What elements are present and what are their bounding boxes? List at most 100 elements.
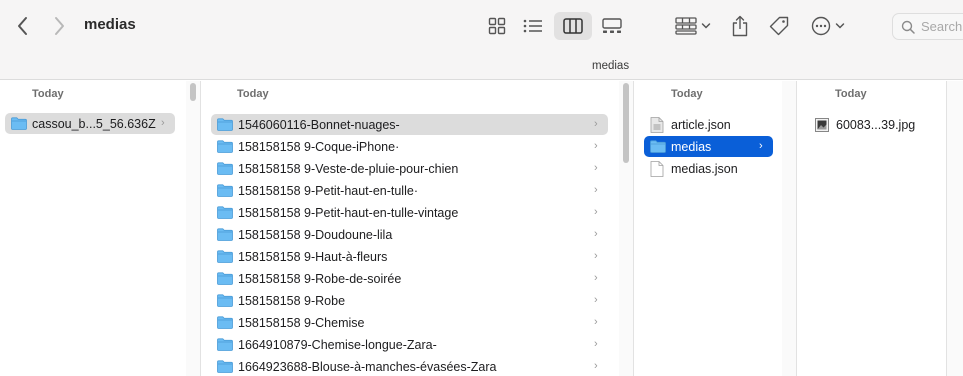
list-item[interactable]: 158158158 9-Petit-haut-en-tulle-vintage › (211, 202, 608, 223)
folder-icon (217, 250, 233, 263)
item-label: medias (671, 139, 712, 154)
chevron-down-icon (701, 23, 711, 29)
folder-icon (217, 162, 233, 175)
search-input[interactable] (921, 19, 963, 34)
gallery-icon (602, 18, 622, 33)
item-label: 158158158 9-Petit-haut-en-tulle· (238, 183, 418, 198)
gallery-view-button[interactable] (598, 12, 626, 40)
chevron-right-icon: › (594, 228, 598, 240)
item-label: cassou_b...5_56.636Z (32, 116, 156, 131)
folder-icon (217, 272, 233, 285)
chevron-right-icon: › (594, 162, 598, 174)
list-item[interactable]: 158158158 9-Robe-de-soirée › (211, 268, 608, 289)
item-label: 158158158 9-Doudoune-lila (238, 227, 393, 242)
grid-icon (488, 17, 506, 35)
folder-icon (217, 294, 233, 307)
item-label: 158158158 9-Chemise (238, 315, 365, 330)
list-item[interactable]: 158158158 9-Veste-de-pluie-pour-chien › (211, 158, 608, 179)
more-actions-button[interactable] (806, 12, 850, 40)
image-file-icon (815, 117, 831, 132)
chevron-left-icon (18, 17, 27, 35)
chevron-down-icon (835, 23, 845, 29)
folder-icon (217, 338, 233, 351)
column-gutter (782, 81, 796, 376)
tag-button[interactable] (766, 12, 792, 40)
list-item[interactable]: article.json (644, 114, 773, 135)
columns-icon (563, 18, 583, 34)
folder-icon (650, 140, 666, 153)
list-item[interactable]: 158158158 9-Petit-haut-en-tulle· › (211, 180, 608, 201)
chevron-right-icon: › (594, 360, 598, 372)
chevron-right-icon: › (594, 250, 598, 262)
folder-icon (217, 118, 233, 131)
list-item[interactable]: 158158158 9-Robe › (211, 290, 608, 311)
window-title: medias (84, 16, 136, 33)
chevron-right-icon: › (594, 272, 598, 284)
item-label: article.json (671, 117, 731, 132)
list-item[interactable]: medias › (644, 136, 773, 157)
column-view-button[interactable] (554, 12, 592, 40)
list-item[interactable]: 158158158 9-Chemise › (211, 312, 608, 333)
chevron-right-icon: › (594, 316, 598, 328)
list-item[interactable]: medias.json (644, 158, 773, 179)
column-header: Today (671, 88, 703, 100)
chevron-right-icon: › (594, 294, 598, 306)
ellipsis-circle-icon (811, 16, 831, 36)
json-file-icon (650, 116, 666, 133)
folder-icon (217, 228, 233, 241)
path-bar-label: medias (592, 60, 630, 72)
folder-icon (217, 140, 233, 153)
search-field[interactable] (892, 13, 963, 40)
list-item[interactable]: 158158158 9-Doudoune-lila › (211, 224, 608, 245)
column-header: Today (32, 88, 64, 100)
chevron-right-icon: › (594, 206, 598, 218)
chevron-right-icon: › (594, 338, 598, 350)
item-label: 1664910879-Chemise-longue-Zara- (238, 337, 437, 352)
list-item[interactable]: 1664923688-Blouse-à-manches-évasées-Zara… (211, 356, 608, 376)
scrollbar-thumb[interactable] (623, 83, 629, 163)
list-icon (523, 19, 542, 33)
list-item[interactable]: 158158158 9-Haut-à-fleurs › (211, 246, 608, 267)
list-item[interactable]: 1664910879-Chemise-longue-Zara- › (211, 334, 608, 355)
list-item[interactable]: 60083...39.jpg (807, 114, 937, 135)
share-icon (732, 15, 748, 37)
folder-icon (217, 316, 233, 329)
column-1: Today cassou_b...5_56.636Z › (0, 81, 186, 376)
search-icon (901, 20, 915, 34)
folder-icon (217, 206, 233, 219)
list-view-button[interactable] (520, 12, 546, 40)
list-item[interactable]: cassou_b...5_56.636Z › (5, 113, 175, 134)
chevron-right-icon: › (594, 140, 598, 152)
chevron-right-icon: › (594, 184, 598, 196)
item-label: 158158158 9-Petit-haut-en-tulle-vintage (238, 205, 459, 220)
item-label: 158158158 9-Veste-de-pluie-pour-chien (238, 161, 459, 176)
column-header: Today (835, 88, 867, 100)
item-label: 158158158 9-Coque-iPhone· (238, 139, 400, 154)
column-gutter (186, 81, 200, 376)
chevron-right-icon (55, 17, 64, 35)
scrollbar-thumb[interactable] (190, 83, 196, 101)
toolbar: medias (0, 0, 963, 52)
chevron-right-icon: › (759, 140, 763, 152)
path-bar: medias (0, 52, 963, 80)
item-label: 1664923688-Blouse-à-manches-évasées-Zara (238, 359, 497, 374)
chevron-right-icon: › (594, 118, 598, 130)
chevron-right-icon: › (161, 117, 165, 129)
icon-view-button[interactable] (484, 12, 510, 40)
group-icon (675, 17, 697, 35)
list-item[interactable]: 158158158 9-Coque-iPhone· › (211, 136, 608, 157)
item-label: 60083...39.jpg (836, 117, 916, 132)
group-by-button[interactable] (672, 12, 714, 40)
item-label: 158158158 9-Robe (238, 293, 346, 308)
back-button[interactable] (12, 13, 34, 39)
list-item[interactable]: 1546060116-Bonnet-nuages- › (211, 114, 608, 135)
item-label: 158158158 9-Robe-de-soirée (238, 271, 402, 286)
item-label: 158158158 9-Haut-à-fleurs (238, 249, 388, 264)
document-icon (650, 160, 666, 177)
folder-icon (11, 117, 27, 130)
column-gutter (947, 81, 963, 376)
forward-button[interactable] (48, 13, 70, 39)
share-button[interactable] (728, 11, 752, 41)
item-label: 1546060116-Bonnet-nuages- (238, 117, 400, 132)
item-label: medias.json (671, 161, 738, 176)
